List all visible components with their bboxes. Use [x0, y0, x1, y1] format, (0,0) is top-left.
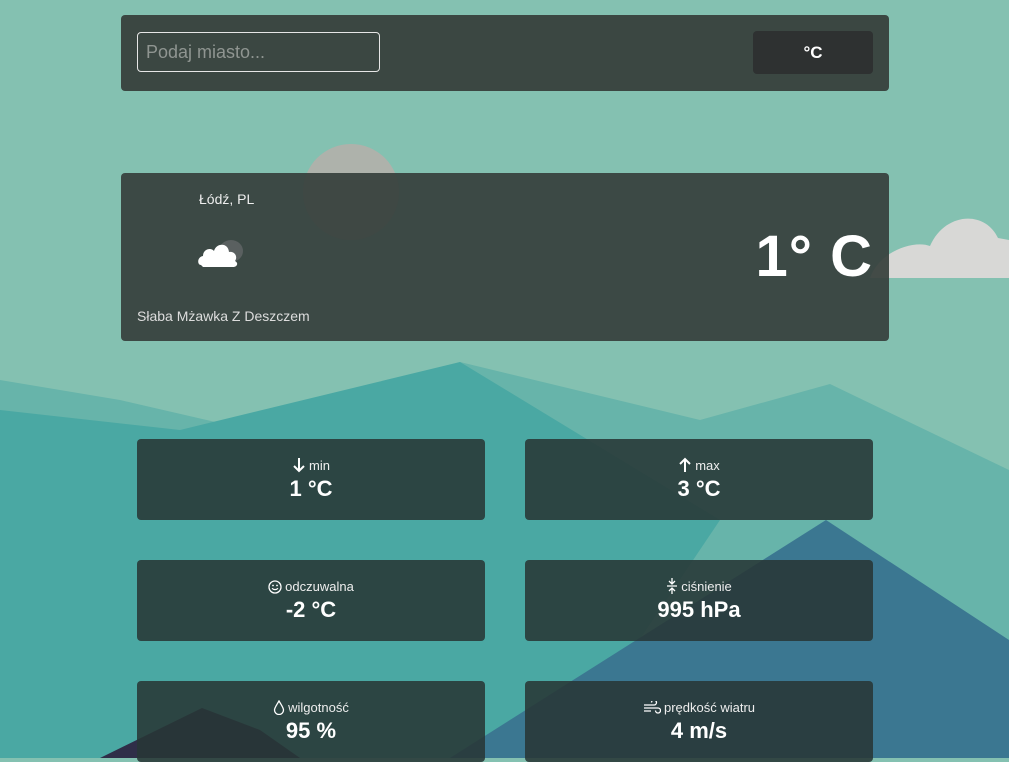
- pressure-tile: ciśnienie 995 hPa: [525, 560, 873, 641]
- humidity-tile: wilgotność 95 %: [137, 681, 485, 762]
- arrow-up-icon: [678, 457, 692, 473]
- min-temp-tile: min 1 °C: [137, 439, 485, 520]
- search-bar: °C: [121, 15, 889, 91]
- pressure-icon: [666, 578, 678, 594]
- max-temp-tile: max 3 °C: [525, 439, 873, 520]
- smiley-icon: [268, 580, 282, 594]
- pressure-value: 995 hPa: [657, 597, 741, 622]
- feels-like-value: -2 °C: [285, 597, 337, 622]
- max-label: max: [695, 458, 720, 473]
- city-search-input[interactable]: [137, 32, 380, 72]
- city-name: Łódź, PL: [199, 191, 255, 207]
- wind-speed-tile: prędkość wiatru 4 m/s: [525, 681, 873, 762]
- current-temperature: 1° C: [755, 224, 873, 289]
- droplet-icon: [273, 700, 285, 715]
- unit-toggle-button[interactable]: °C: [753, 31, 873, 74]
- arrow-down-icon: [292, 457, 306, 473]
- wind-speed-value: 4 m/s: [670, 718, 728, 743]
- wind-speed-label: prędkość wiatru: [663, 700, 756, 715]
- current-weather-card: Łódź, PL Słaba Mżawka Z Deszczem 1° C: [121, 173, 889, 341]
- humidity-label: wilgotność: [288, 700, 349, 715]
- wind-icon: [643, 701, 661, 715]
- cloud-icon: [195, 231, 251, 276]
- weather-description: Słaba Mżawka Z Deszczem: [137, 308, 310, 324]
- background-landscape: [0, 0, 1009, 758]
- max-value: 3 °C: [677, 476, 721, 501]
- min-label: min: [309, 458, 330, 473]
- feels-like-tile: odczuwalna -2 °C: [137, 560, 485, 641]
- pressure-label: ciśnienie: [681, 579, 732, 594]
- min-value: 1 °C: [289, 476, 333, 501]
- humidity-value: 95 %: [285, 718, 337, 743]
- feels-like-label: odczuwalna: [285, 579, 354, 594]
